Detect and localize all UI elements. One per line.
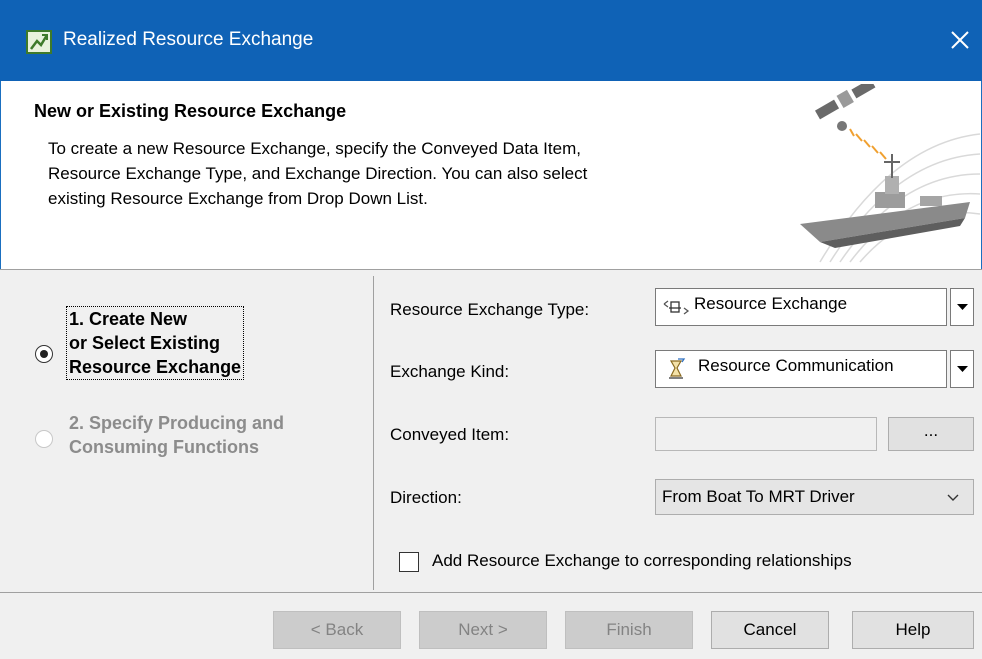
cancel-button[interactable]: Cancel [711, 611, 829, 649]
direction-label: Direction: [390, 488, 462, 507]
footer-divider [0, 592, 982, 593]
back-button[interactable]: < Back [273, 611, 401, 649]
step-1-line: Resource Exchange [69, 357, 242, 377]
title-bar: Realized Resource Exchange [0, 0, 982, 81]
dropdown-arrow-icon [957, 304, 968, 310]
step-2[interactable]: 2. Specify Producing and Consuming Funct… [69, 411, 284, 459]
conveyed-item-label: Conveyed Item: [390, 425, 510, 444]
resource-communication-icon [669, 358, 686, 379]
step-1-radio[interactable] [35, 345, 53, 363]
exchange-kind-combo[interactable]: Resource Communication [655, 350, 947, 388]
description-line: To create a new Resource Exchange, speci… [48, 139, 581, 158]
add-to-relationships-checkbox[interactable] [399, 552, 419, 572]
step-2-line: Consuming Functions [69, 437, 259, 457]
header-divider [0, 269, 982, 270]
step-1-label: 1. Create New or Select Existing Resourc… [66, 306, 245, 380]
step-2-radio[interactable] [35, 430, 53, 448]
add-to-relationships-label: Add Resource Exchange to corresponding r… [432, 551, 852, 570]
panel-divider [373, 276, 374, 590]
dropdown-arrow-icon [957, 366, 968, 372]
step-1-line: 1. Create New [69, 309, 188, 329]
step-1[interactable]: 1. Create New or Select Existing Resourc… [66, 306, 245, 380]
radio-selected-dot [40, 350, 48, 358]
help-button[interactable]: Help [852, 611, 974, 649]
resource-exchange-type-combo[interactable]: Resource Exchange [655, 288, 947, 326]
resource-exchange-type-dropdown-button[interactable] [950, 288, 974, 326]
conveyed-item-browse-button[interactable]: ... [888, 417, 974, 451]
exchange-kind-dropdown-button[interactable] [950, 350, 974, 388]
window-title: Realized Resource Exchange [63, 29, 314, 50]
resource-exchange-type-label: Resource Exchange Type: [390, 300, 590, 319]
exchange-kind-label: Exchange Kind: [390, 362, 510, 381]
description-line: existing Resource Exchange from Drop Dow… [48, 189, 428, 208]
dialog-app-icon [26, 30, 52, 54]
header-description: To create a new Resource Exchange, speci… [48, 136, 748, 211]
exchange-kind-value: Resource Communication [698, 356, 894, 375]
description-line: Resource Exchange Type, and Exchange Dir… [48, 164, 588, 183]
conveyed-item-field[interactable] [655, 417, 877, 451]
direction-select[interactable]: From Boat To MRT Driver [655, 479, 974, 515]
resource-exchange-type-value: Resource Exchange [694, 294, 848, 313]
next-button[interactable]: Next > [419, 611, 547, 649]
close-icon[interactable] [944, 24, 976, 56]
step-2-label: 2. Specify Producing and Consuming Funct… [69, 411, 284, 459]
resource-exchange-icon [663, 300, 690, 315]
step-1-line: or Select Existing [69, 333, 221, 353]
chevron-down-icon [947, 494, 959, 501]
page-title: New or Existing Resource Exchange [34, 101, 347, 121]
finish-button[interactable]: Finish [565, 611, 693, 649]
step-2-line: 2. Specify Producing and [69, 413, 285, 433]
direction-value: From Boat To MRT Driver [662, 487, 855, 506]
satellite-ship-illustration [800, 84, 980, 263]
